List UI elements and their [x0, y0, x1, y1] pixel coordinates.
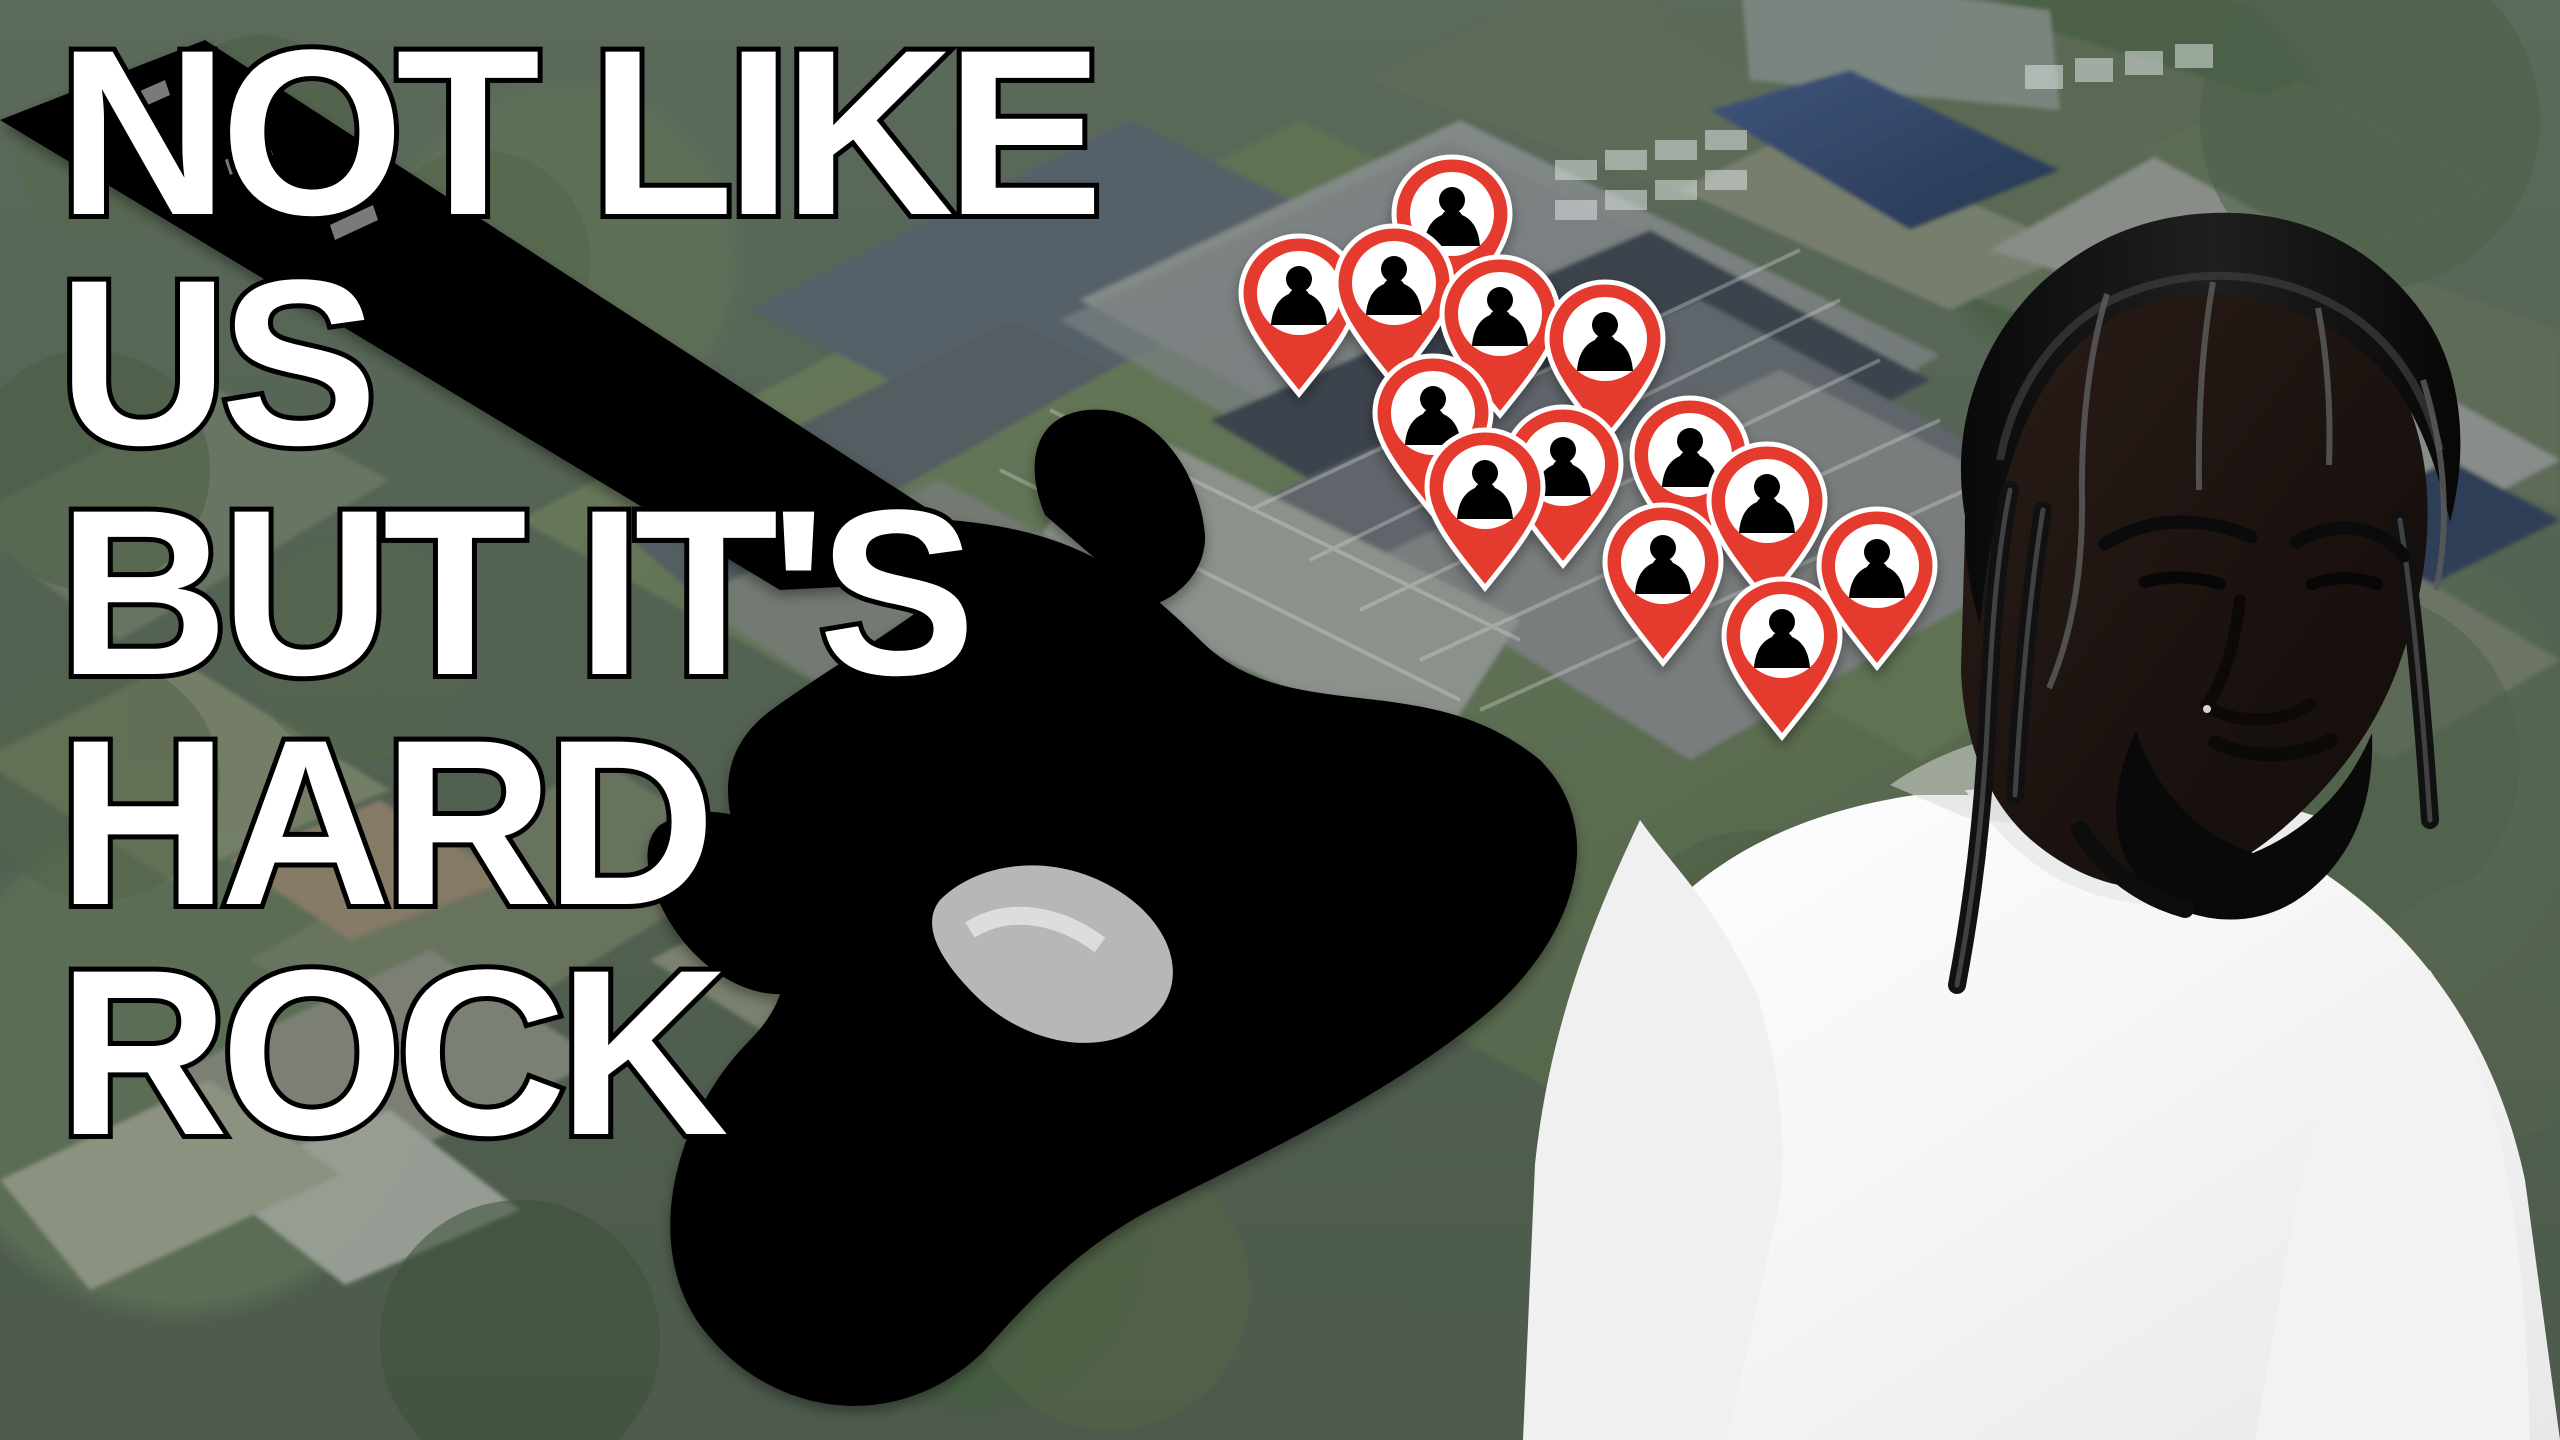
thumbnail-canvas: NOT LIKE US BUT IT'S HARD ROCK [0, 0, 2560, 1440]
person-portrait-icon [1495, 210, 2560, 1440]
